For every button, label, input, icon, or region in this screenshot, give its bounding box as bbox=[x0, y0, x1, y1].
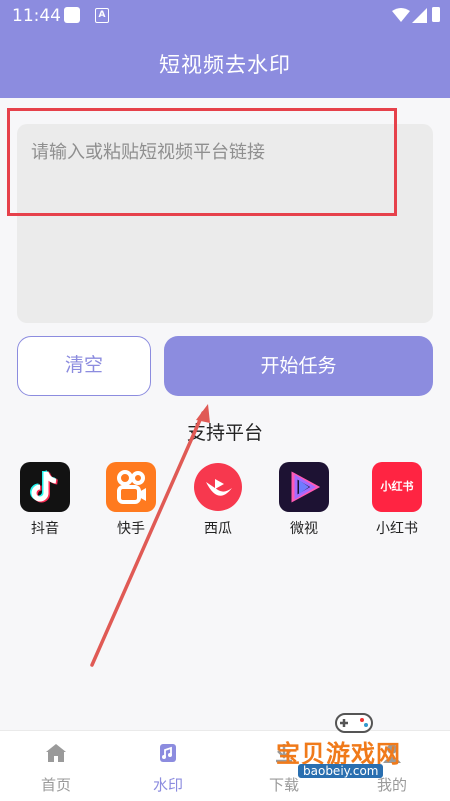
battery-icon bbox=[432, 7, 440, 22]
nav-item-profile[interactable]: 我的 bbox=[352, 741, 432, 795]
notification-square-icon bbox=[64, 7, 80, 23]
kuaishou-icon bbox=[106, 462, 156, 512]
link-input-box[interactable] bbox=[17, 124, 433, 323]
platform-name: 抖音 bbox=[31, 521, 59, 537]
platform-kuaishou[interactable]: 快手 bbox=[101, 462, 161, 538]
nav-item-watermark[interactable]: 水印 bbox=[128, 741, 208, 795]
platform-xigua[interactable]: 西瓜 bbox=[188, 462, 248, 538]
page-title: 短视频去水印 bbox=[159, 53, 291, 77]
platform-name: 微视 bbox=[290, 521, 318, 537]
link-input[interactable] bbox=[17, 124, 433, 323]
xigua-icon bbox=[193, 462, 243, 512]
download-icon bbox=[276, 744, 292, 763]
wifi-icon bbox=[392, 8, 410, 22]
nav-label: 我的 bbox=[376, 776, 407, 794]
profile-icon bbox=[383, 744, 401, 763]
signal-icon bbox=[412, 8, 427, 23]
nav-label: 水印 bbox=[152, 776, 183, 794]
home-icon bbox=[46, 744, 66, 762]
xiaohongshu-icon: 小红书 bbox=[372, 462, 422, 512]
platform-name: 快手 bbox=[117, 521, 145, 537]
annotation-arrow bbox=[90, 404, 210, 667]
bottom-nav: 首页 水印 下载 我的 bbox=[0, 730, 450, 801]
supported-platforms-title: 支持平台 bbox=[186, 422, 263, 444]
weishi-icon bbox=[279, 462, 329, 512]
nav-label: 下载 bbox=[268, 776, 299, 794]
douyin-icon bbox=[20, 462, 70, 512]
xiaohongshu-logo-text: 小红书 bbox=[380, 480, 414, 493]
status-time: 11:44 bbox=[12, 6, 61, 26]
platform-name: 西瓜 bbox=[204, 521, 232, 537]
status-bar: 11:44 A bbox=[0, 0, 450, 32]
platform-xiaohongshu[interactable]: 小红书 小红书 bbox=[367, 462, 427, 538]
nav-label: 首页 bbox=[40, 776, 71, 794]
start-task-button[interactable]: 开始任务 bbox=[164, 336, 433, 396]
clear-button[interactable]: 清空 bbox=[17, 336, 151, 396]
platform-douyin[interactable]: 抖音 bbox=[15, 462, 75, 538]
nav-item-home[interactable]: 首页 bbox=[16, 741, 96, 795]
nav-item-download[interactable]: 下载 bbox=[244, 741, 324, 795]
a-notification-icon: A bbox=[95, 8, 109, 23]
platform-weishi[interactable]: 微视 bbox=[274, 462, 334, 538]
watermark-icon bbox=[160, 744, 176, 762]
platform-name: 小红书 bbox=[376, 521, 418, 537]
app-title-bar: 短视频去水印 bbox=[0, 32, 450, 98]
